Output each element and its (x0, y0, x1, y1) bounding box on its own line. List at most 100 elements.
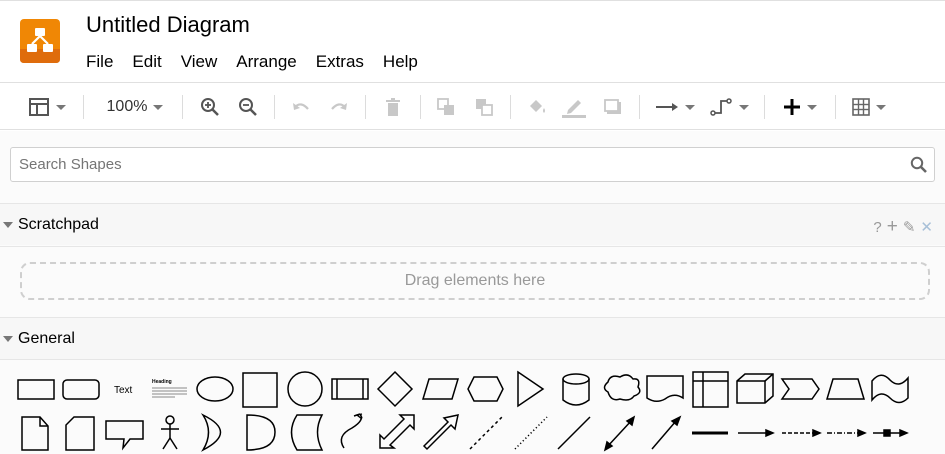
curve-shape[interactable] (340, 413, 363, 449)
chevron-down-icon (3, 336, 13, 342)
general-header[interactable]: General (0, 317, 945, 359)
to-back-icon (474, 97, 494, 117)
square-shape[interactable] (242, 372, 278, 408)
trapezoid-shape[interactable] (825, 378, 866, 400)
edge-dotted-shape[interactable] (827, 428, 867, 438)
waypoints-icon (709, 97, 733, 117)
diagram-title[interactable]: Untitled Diagram (86, 12, 250, 38)
or-shape[interactable] (200, 413, 222, 452)
line-shape[interactable] (557, 416, 591, 450)
menu-arrange[interactable]: Arrange (236, 52, 296, 72)
cloud-shape[interactable] (603, 374, 641, 401)
zoom-dropdown[interactable]: 100% (100, 94, 170, 120)
edge-dashed-shape[interactable] (782, 428, 822, 438)
data-storage-shape[interactable] (290, 414, 324, 451)
dotted-line-shape[interactable] (514, 416, 548, 450)
scratchpad-actions: ? + ✎ ✕ (873, 216, 933, 238)
shadow-button[interactable] (600, 94, 626, 120)
general-title: General (18, 330, 75, 347)
menu-edit[interactable]: Edit (132, 52, 161, 72)
document-shape[interactable] (646, 375, 684, 402)
edge-labeled-shape[interactable] (873, 428, 909, 438)
format-panel-icon (28, 97, 50, 117)
undo-button[interactable] (288, 94, 314, 120)
table-button[interactable] (849, 94, 889, 120)
plus-icon (783, 98, 801, 116)
arrow-shape[interactable] (422, 414, 459, 451)
format-panel-button[interactable] (24, 94, 70, 120)
toolbar-divider (365, 95, 366, 119)
to-front-button[interactable] (433, 94, 459, 120)
insert-button[interactable] (779, 94, 821, 120)
callout-shape[interactable] (105, 420, 144, 451)
delete-button[interactable] (380, 94, 406, 120)
cylinder-shape[interactable] (562, 373, 590, 406)
cube-shape[interactable] (736, 373, 774, 404)
note-shape[interactable] (21, 416, 49, 451)
dashed-line-shape[interactable] (469, 416, 503, 450)
edge-shape[interactable] (738, 428, 775, 438)
line-color-button[interactable] (561, 94, 587, 120)
toolbar-divider (274, 95, 275, 119)
circle-shape[interactable] (287, 371, 323, 407)
rounded-rectangle-shape[interactable] (62, 379, 100, 400)
zoom-in-icon (200, 97, 220, 117)
edit-icon[interactable]: ✎ (903, 218, 916, 236)
to-back-button[interactable] (471, 94, 497, 120)
directional-connector-shape[interactable] (651, 415, 682, 450)
search-box (10, 147, 935, 182)
diamond-shape[interactable] (376, 370, 414, 408)
app-header: Untitled Diagram File Edit View Arrange … (0, 0, 945, 82)
waypoints-button[interactable] (707, 94, 751, 120)
general-shapes-palette: Text Heading (0, 359, 945, 454)
step-shape[interactable] (780, 378, 820, 400)
fill-color-button[interactable] (524, 94, 550, 120)
rectangle-shape[interactable] (17, 379, 55, 400)
scratchpad-header[interactable]: Scratchpad ? + ✎ ✕ (0, 203, 945, 245)
actor-shape[interactable] (161, 415, 179, 450)
menu-view[interactable]: View (181, 52, 218, 72)
zoom-out-button[interactable] (235, 94, 261, 120)
toolbar-divider (83, 95, 84, 119)
hexagon-shape[interactable] (467, 376, 504, 402)
toolbar-divider (639, 95, 640, 119)
table-icon (852, 98, 870, 116)
add-icon[interactable]: + (887, 216, 898, 238)
close-icon[interactable]: ✕ (920, 218, 933, 236)
drawio-logo-icon[interactable] (20, 19, 60, 65)
search-icon[interactable] (910, 156, 928, 179)
zoom-level: 100% (106, 98, 148, 115)
ellipse-shape[interactable] (196, 376, 234, 402)
triangle-shape[interactable] (517, 370, 545, 408)
menu-bar: File Edit View Arrange Extras Help (86, 52, 437, 72)
text-shape[interactable]: Text (114, 385, 133, 396)
to-front-icon (436, 97, 456, 117)
menu-help[interactable]: Help (383, 52, 418, 72)
bidirectional-arrow-shape[interactable] (379, 414, 415, 449)
zoom-in-button[interactable] (197, 94, 223, 120)
line-color-icon (562, 95, 586, 119)
process-shape[interactable] (331, 378, 369, 400)
chevron-down-icon (56, 104, 66, 110)
and-shape[interactable] (246, 414, 276, 451)
shadow-icon (603, 98, 623, 116)
internal-storage-shape[interactable] (692, 371, 729, 408)
tape-shape[interactable] (871, 374, 909, 404)
bidirectional-connector-shape[interactable] (603, 415, 636, 452)
card-shape[interactable] (65, 416, 95, 451)
svg-text:Text: Text (114, 385, 133, 396)
chevron-down-icon (685, 104, 695, 110)
parallelogram-shape[interactable] (421, 378, 460, 400)
toolbar-divider (420, 95, 421, 119)
textbox-shape[interactable]: Heading (152, 379, 187, 398)
menu-file[interactable]: File (86, 52, 113, 72)
toolbar: 100% (0, 82, 945, 130)
redo-button[interactable] (326, 94, 352, 120)
scratchpad-drop-zone[interactable]: Drag elements here (20, 262, 930, 300)
search-input[interactable] (19, 148, 899, 181)
connection-icon (655, 102, 679, 112)
zoom-out-icon (238, 97, 258, 117)
help-icon[interactable]: ? (873, 219, 881, 236)
menu-extras[interactable]: Extras (316, 52, 364, 72)
connection-style-button[interactable] (654, 94, 696, 120)
